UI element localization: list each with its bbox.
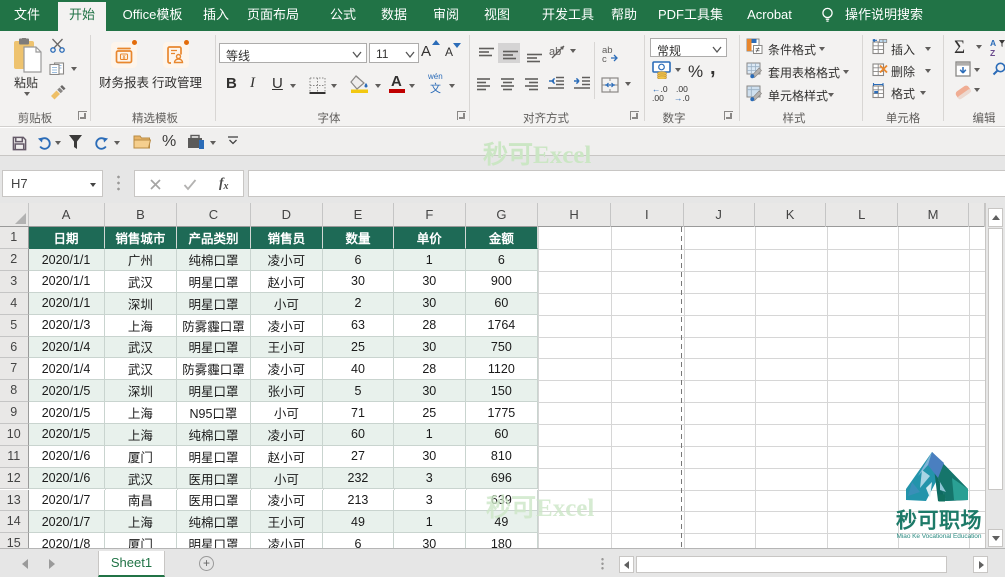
svg-text:Miao Ke Vocational Education: Miao Ke Vocational Education bbox=[897, 533, 982, 540]
svg-text:c: c bbox=[602, 54, 607, 63]
svg-text:A: A bbox=[990, 38, 996, 48]
svg-text:秒可职场: 秒可职场 bbox=[896, 505, 982, 535]
svg-text:Z: Z bbox=[990, 48, 995, 57]
svg-text:≠: ≠ bbox=[756, 46, 761, 55]
svg-text:→.0: →.0 bbox=[674, 93, 690, 102]
svg-text:ab: ab bbox=[549, 46, 561, 58]
svg-text:.00: .00 bbox=[652, 93, 664, 102]
